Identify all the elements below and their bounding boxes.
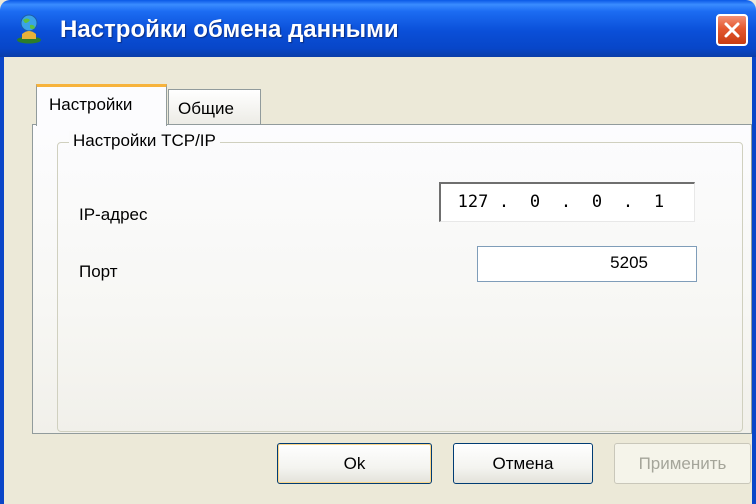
- ip-octet-4[interactable]: 1: [635, 192, 683, 212]
- tab-general-label: Общие: [178, 99, 234, 118]
- ip-dot-1: .: [498, 192, 510, 212]
- ip-octet-3[interactable]: 0: [573, 192, 621, 212]
- apply-button[interactable]: Применить: [614, 443, 751, 484]
- ip-address-input[interactable]: 127 . 0 . 0 . 1: [439, 182, 695, 222]
- port-label: Порт: [79, 262, 118, 281]
- ip-dot-3: .: [622, 192, 634, 212]
- close-button[interactable]: [716, 14, 748, 46]
- tab-settings-label: Настройки: [49, 95, 133, 114]
- globe-user-icon: [14, 12, 44, 44]
- window-title: Настройки обмена данными: [60, 16, 399, 43]
- tab-panel: Настройки TCP/IP IP-адрес 127 . 0 . 0 . …: [32, 124, 752, 434]
- tab-settings[interactable]: Настройки: [36, 84, 167, 126]
- ip-address-label: IP-адрес: [79, 205, 148, 224]
- cancel-button[interactable]: Отмена: [453, 443, 593, 484]
- window-border-left: [0, 57, 4, 504]
- ip-octet-1[interactable]: 127: [449, 192, 497, 212]
- groupbox-title: Настройки TCP/IP: [69, 131, 220, 151]
- title-bar[interactable]: Настройки обмена данными: [0, 0, 756, 57]
- close-icon: [724, 22, 740, 38]
- ok-button[interactable]: Ok: [277, 443, 432, 484]
- tab-general[interactable]: Общие: [168, 89, 261, 125]
- window-border-right: [752, 57, 756, 504]
- ip-dot-2: .: [560, 192, 572, 212]
- ip-octet-2[interactable]: 0: [511, 192, 559, 212]
- port-input[interactable]: 5205: [477, 246, 697, 282]
